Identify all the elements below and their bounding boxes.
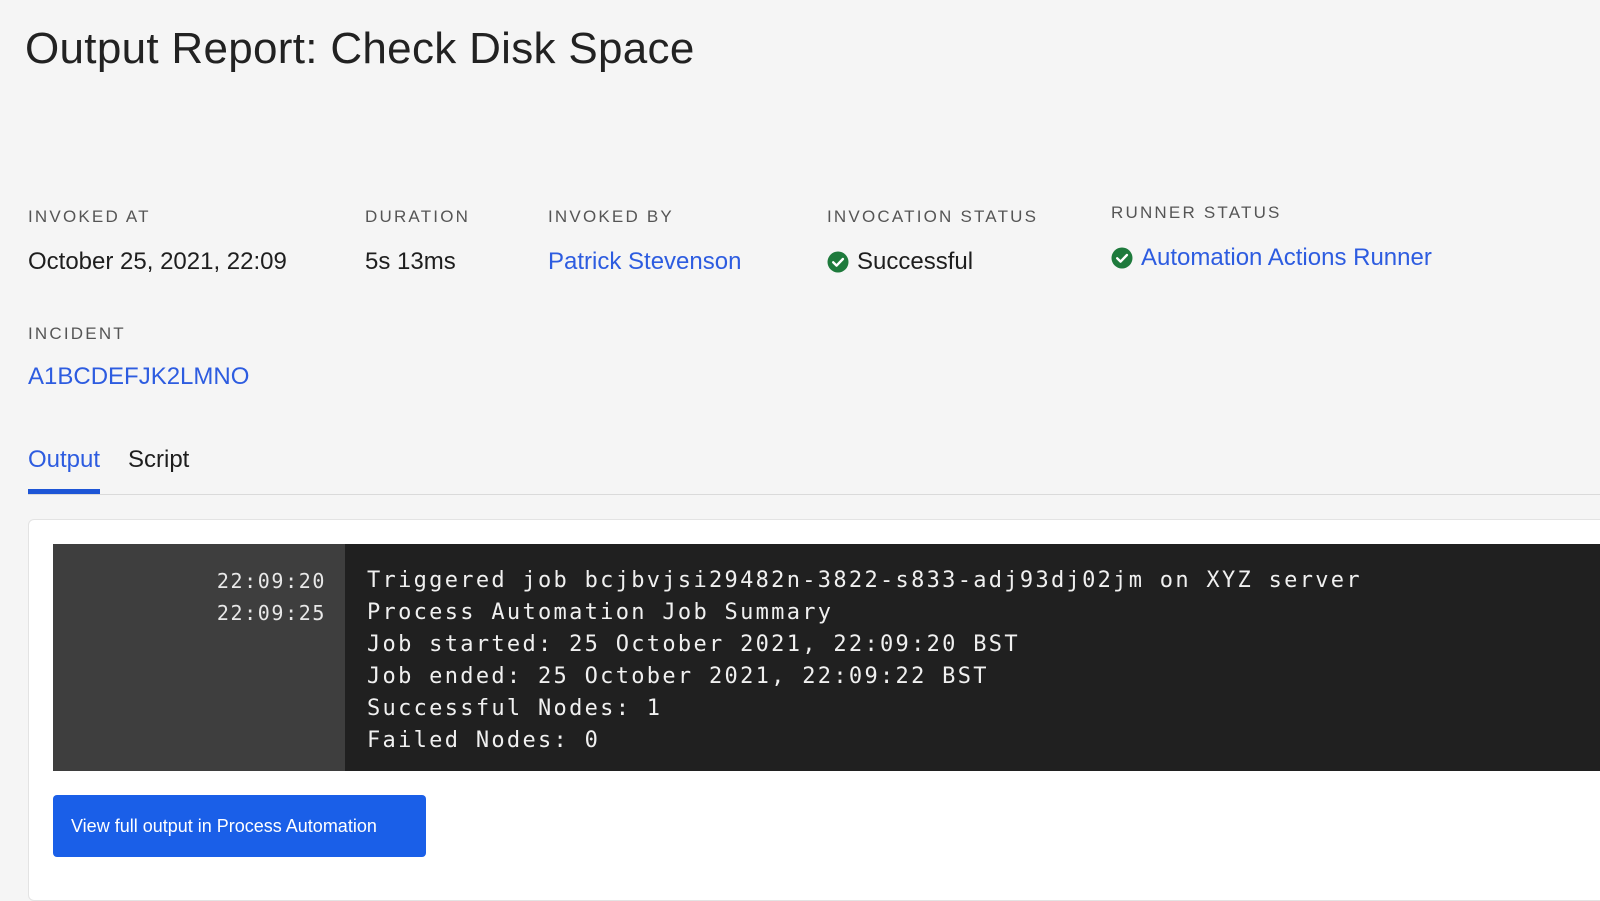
report-tabs: Output Script <box>28 438 1600 495</box>
timestamp-gutter: 22:09:20 22:09:25 <box>53 544 345 771</box>
meta-duration: DURATION 5s 13ms <box>365 206 470 277</box>
tab-script[interactable]: Script <box>128 438 189 494</box>
invocation-status-value: Successful <box>857 248 974 275</box>
invoked-by-link[interactable]: Patrick Stevenson <box>548 247 741 277</box>
incident-label: INCIDENT <box>28 324 126 343</box>
invocation-status-label: INVOCATION STATUS <box>827 207 1039 226</box>
log-line: Process Automation Job Summary <box>367 600 834 625</box>
meta-invoked-by: INVOKED BY Patrick Stevenson <box>548 206 741 277</box>
incident-link[interactable]: A1BCDEFJK2LMNO <box>28 362 249 392</box>
log-line: Triggered job bcjbvjsi29482n-3822-s833-a… <box>367 568 1362 593</box>
view-full-output-button[interactable]: View full output in Process Automation <box>53 795 426 857</box>
check-circle-icon <box>1111 247 1133 269</box>
invoked-by-label: INVOKED BY <box>548 207 674 226</box>
invoked-at-value: October 25, 2021, 22:09 <box>28 248 287 275</box>
timestamp: 22:09:25 <box>216 601 326 625</box>
log-line: Successful Nodes: 1 <box>367 696 663 721</box>
duration-value: 5s 13ms <box>365 248 456 275</box>
invoked-by-row: Patrick Stevenson <box>548 247 741 277</box>
meta-invoked-at: INVOKED AT October 25, 2021, 22:09 <box>28 206 287 277</box>
invoked-at-label: INVOKED AT <box>28 207 151 226</box>
log-line: Failed Nodes: 0 <box>367 728 601 753</box>
tab-output[interactable]: Output <box>28 438 101 494</box>
meta-invocation-status: INVOCATION STATUS Successful <box>827 206 1038 277</box>
incident-row: A1BCDEFJK2LMNO <box>28 362 249 392</box>
duration-label: DURATION <box>365 207 471 226</box>
timestamp: 22:09:20 <box>216 569 326 593</box>
output-terminal: 22:09:20 22:09:25 Triggered job bcjbvjsi… <box>53 544 1600 771</box>
meta-incident: INCIDENT A1BCDEFJK2LMNO <box>28 323 249 392</box>
invocation-status-row: Successful <box>827 247 1038 277</box>
log-line: Job started: 25 October 2021, 22:09:20 B… <box>367 632 1020 657</box>
runner-status-label: RUNNER STATUS <box>1111 203 1282 222</box>
page-title: Output Report: Check Disk Space <box>25 24 695 73</box>
meta-runner-status: RUNNER STATUS Automation Actions Runner <box>1111 202 1432 273</box>
check-circle-icon <box>827 251 849 273</box>
output-log: Triggered job bcjbvjsi29482n-3822-s833-a… <box>345 544 1600 771</box>
log-line: Job ended: 25 October 2021, 22:09:22 BST <box>367 664 989 689</box>
runner-status-row: Automation Actions Runner <box>1111 243 1432 273</box>
runner-status-link[interactable]: Automation Actions Runner <box>1141 243 1432 273</box>
